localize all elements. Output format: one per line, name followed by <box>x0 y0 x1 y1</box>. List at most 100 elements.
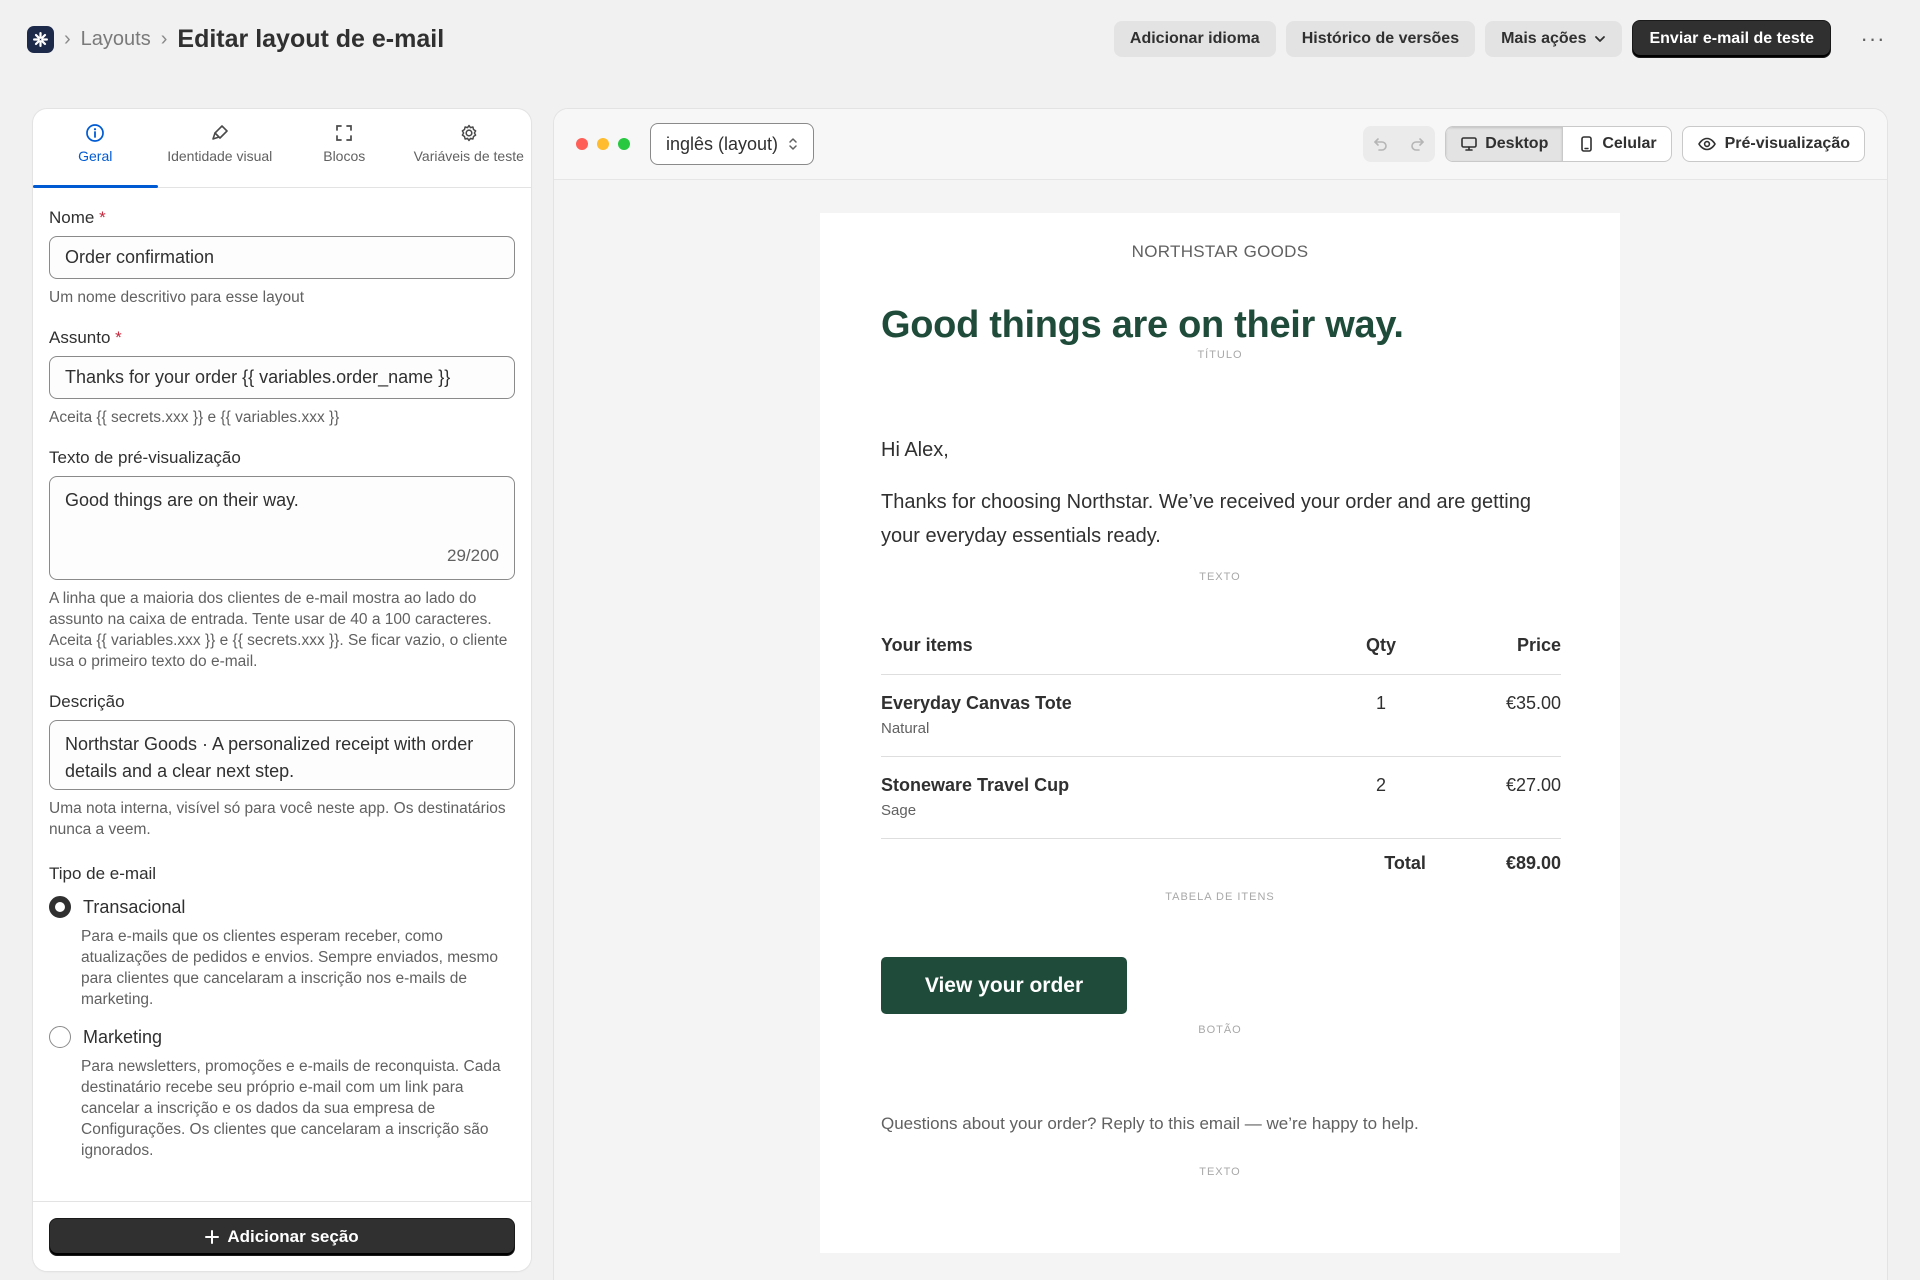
preview-text-help: A linha que a maioria dos clientes de e-… <box>49 590 508 670</box>
mobile-label: Celular <box>1602 135 1657 152</box>
table-row: Stoneware Travel Cup Sage 2 €27.00 <box>881 757 1561 839</box>
view-order-button[interactable]: View your order <box>881 957 1127 1014</box>
preview-label: Pré-visualização <box>1724 135 1850 152</box>
item-qty: 2 <box>1375 775 1386 795</box>
item-price: €27.00 <box>1505 775 1561 795</box>
name-input[interactable]: Order confirmation <box>49 236 515 279</box>
radio-unselected-icon[interactable] <box>49 1026 71 1048</box>
total-row: Total €89.00 <box>881 839 1561 887</box>
panel-footer: Adicionar seção <box>33 1201 531 1271</box>
desktop-icon <box>1461 137 1478 151</box>
items-header-item: Your items <box>881 635 973 655</box>
radio-transacional[interactable]: Transacional <box>49 896 515 918</box>
item-name: Stoneware Travel Cup <box>881 775 1070 795</box>
email-preview: NORTHSTAR GOODS Good things are on their… <box>820 213 1620 1253</box>
radio-marketing[interactable]: Marketing <box>49 1026 515 1048</box>
preview-text-value: Good things are on their way. <box>65 490 299 510</box>
item-variant: Sage <box>881 802 917 819</box>
version-history-button[interactable]: Histórico de versões <box>1285 21 1476 57</box>
character-counter: 29/200 <box>447 546 499 565</box>
radio-selected-icon[interactable] <box>49 896 71 918</box>
items-header-row: Your items Qty Price <box>881 635 1561 675</box>
language-select[interactable]: inglês (layout) <box>650 123 815 165</box>
window-dots <box>576 138 630 150</box>
email-greeting[interactable]: Hi Alex, <box>881 433 1541 467</box>
info-icon <box>86 124 105 142</box>
paint-brush-icon <box>211 125 228 140</box>
tab-identidade-visual[interactable]: Identidade visual <box>158 109 283 187</box>
add-section-label: Adicionar seção <box>227 1227 359 1246</box>
gear-icon <box>461 124 477 142</box>
preview-text-label: Texto de pré-visualização <box>49 448 241 467</box>
tab-blocos[interactable]: Blocos <box>282 109 407 187</box>
preview-toolbar: inglês (layout) Desktop Celular Pré-visu… <box>554 109 1887 180</box>
page-title: Editar layout de e-mail <box>177 24 445 53</box>
description-label: Descrição <box>49 692 125 711</box>
email-type-label: Tipo de e-mail <box>49 864 157 883</box>
preview-panel: inglês (layout) Desktop Celular Pré-visu… <box>554 109 1887 1280</box>
redo-icon[interactable] <box>1399 126 1435 162</box>
more-actions-label: Mais ações <box>1501 30 1587 47</box>
block-tag-text: TEXTO <box>1199 571 1241 583</box>
item-qty: 1 <box>1375 693 1386 713</box>
undo-redo-group <box>1363 126 1436 162</box>
language-value: inglês (layout) <box>666 133 779 154</box>
description-help: Uma nota interna, visível só para você n… <box>49 800 506 838</box>
ellipsis-icon[interactable]: ··· <box>1853 21 1893 57</box>
breadcrumb-chevron-icon: › <box>160 27 168 50</box>
plus-icon <box>205 1230 220 1244</box>
item-variant: Natural <box>881 720 930 737</box>
preview-actions: Desktop Celular Pré-visualização <box>1363 126 1865 162</box>
items-header-price: Price <box>1516 635 1561 655</box>
undo-icon[interactable] <box>1363 126 1399 162</box>
block-tag-button: BOTÃO <box>1198 1024 1242 1036</box>
tab-geral[interactable]: Geral <box>33 109 158 188</box>
block-tag-footer: TEXTO <box>1199 1166 1241 1178</box>
email-body-text[interactable]: Thanks for choosing Northstar. We’ve rec… <box>881 485 1541 553</box>
settings-panel: Geral Identidade visual Blocos Variáveis… <box>33 109 531 1271</box>
device-toggle: Desktop Celular <box>1445 126 1672 162</box>
preview-text-textarea[interactable]: Good things are on their way. 29/200 <box>49 476 515 580</box>
email-footer-text[interactable]: Questions about your order? Reply to thi… <box>881 1114 1620 1134</box>
top-bar: › Layouts › Editar layout de e-mail Adic… <box>0 0 1920 78</box>
breadcrumb-layouts-link[interactable]: Layouts <box>81 28 151 51</box>
blocks-icon <box>336 125 353 141</box>
tab-label: Variáveis de teste <box>413 148 524 164</box>
preview-button[interactable]: Pré-visualização <box>1681 126 1865 162</box>
email-title[interactable]: Good things are on their way. <box>881 304 1620 347</box>
tab-label: Blocos <box>323 148 366 164</box>
required-marker: * <box>115 328 122 347</box>
mobile-icon <box>1581 136 1593 152</box>
tab-label: Identidade visual <box>167 148 273 164</box>
tab-variaveis-de-teste[interactable]: Variáveis de teste <box>407 109 532 187</box>
chevron-down-icon <box>1595 36 1606 42</box>
red-dot-icon <box>576 138 588 150</box>
more-actions-button[interactable]: Mais ações <box>1485 21 1623 57</box>
items-table[interactable]: Your items Qty Price Everyday Canvas Tot… <box>881 635 1561 887</box>
name-label: Nome * <box>49 208 106 227</box>
description-textarea[interactable]: Northstar Goods · A personalized receipt… <box>49 720 515 790</box>
item-name: Everyday Canvas Tote <box>881 693 1072 713</box>
add-language-button[interactable]: Adicionar idioma <box>1113 21 1276 57</box>
total-label: Total <box>1384 852 1426 873</box>
settings-tabs: Geral Identidade visual Blocos Variáveis… <box>33 109 531 188</box>
email-brand[interactable]: NORTHSTAR GOODS <box>820 242 1620 262</box>
app-logo-icon[interactable] <box>27 25 54 53</box>
block-tag-items: TABELA DE ITENS <box>1165 891 1275 903</box>
header-actions: Adicionar idioma Histórico de versões Ma… <box>1113 20 1893 58</box>
mobile-view-button[interactable]: Celular <box>1562 127 1670 161</box>
items-header-qty: Qty <box>1365 635 1396 655</box>
add-section-button[interactable]: Adicionar seção <box>49 1218 515 1256</box>
desktop-view-button[interactable]: Desktop <box>1446 127 1563 161</box>
required-marker: * <box>99 208 106 227</box>
subject-input[interactable]: Thanks for your order {{ variables.order… <box>49 356 515 399</box>
item-price: €35.00 <box>1505 693 1561 713</box>
description-value: Northstar Goods · A personalized receipt… <box>65 734 474 781</box>
radio-label: Marketing <box>83 1026 163 1047</box>
select-arrows-icon <box>789 138 797 150</box>
eye-icon <box>1697 137 1716 151</box>
yellow-dot-icon <box>597 138 609 150</box>
transacional-help: Para e-mails que os clientes esperam rec… <box>81 928 499 1008</box>
total-value: €89.00 <box>1505 852 1561 873</box>
send-test-email-button[interactable]: Enviar e-mail de teste <box>1632 20 1831 58</box>
